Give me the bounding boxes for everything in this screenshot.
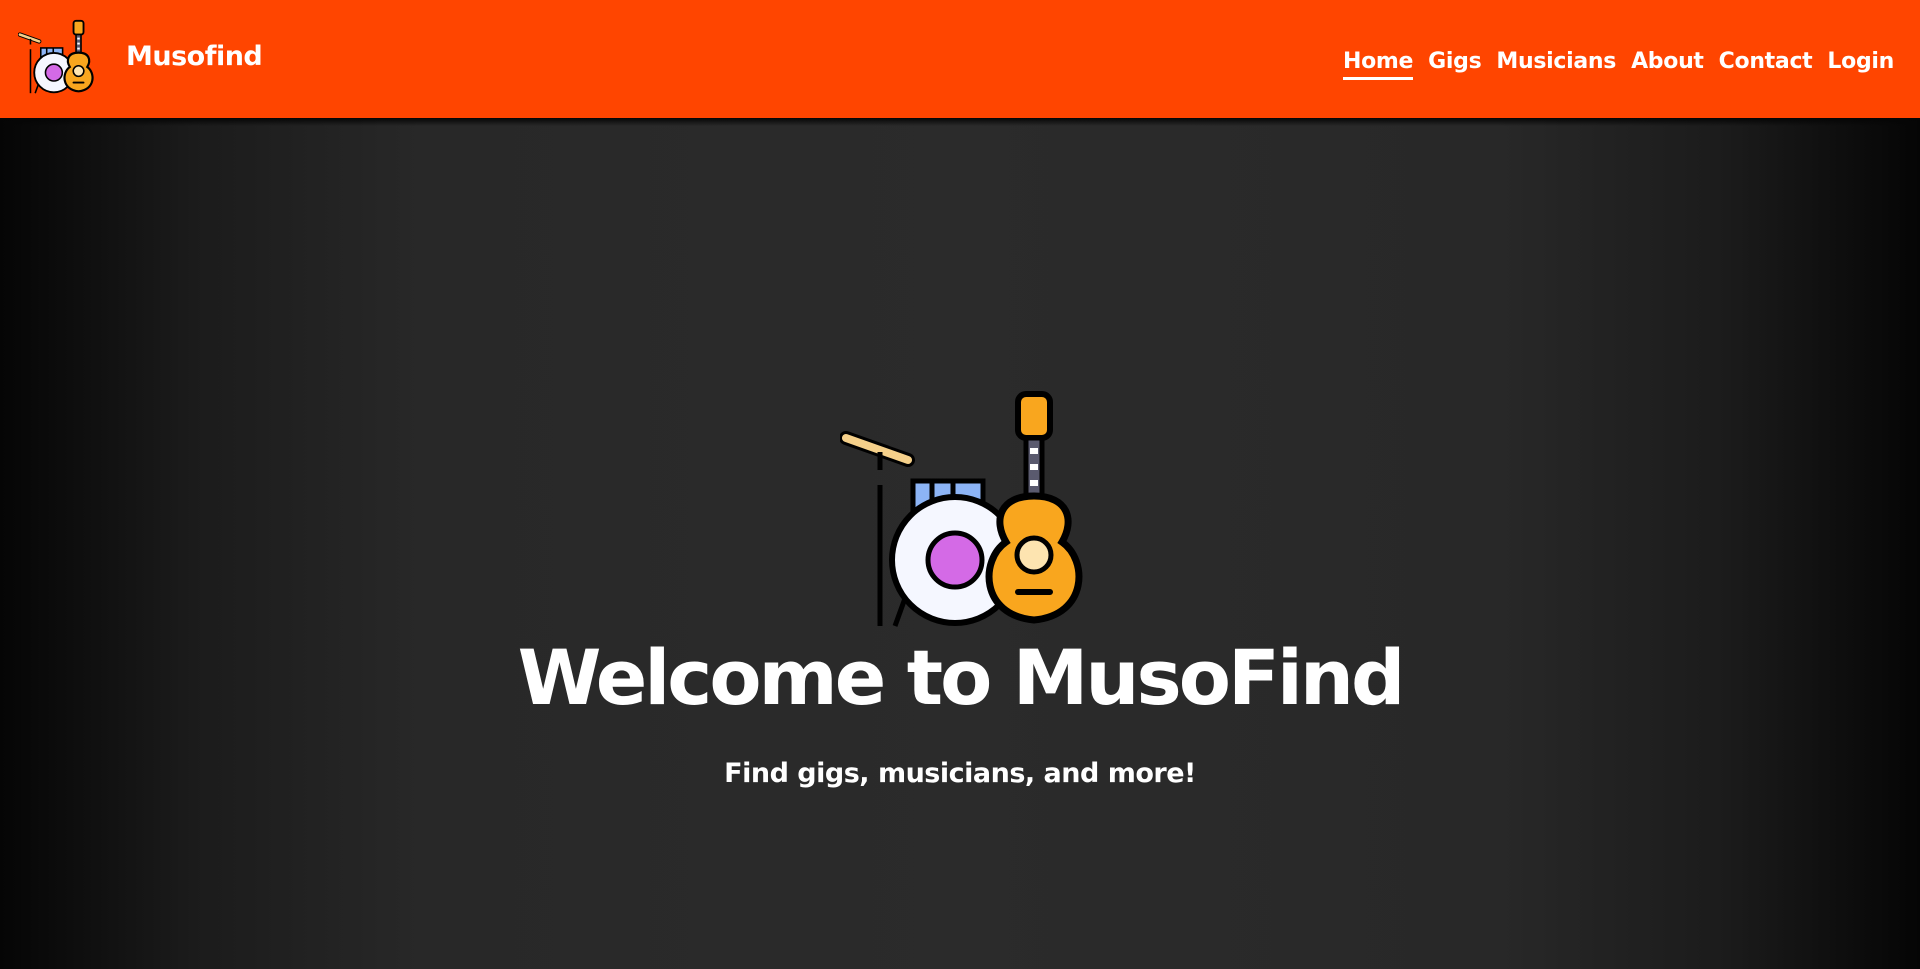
nav-link-login[interactable]: Login <box>1827 49 1894 80</box>
hero-title: Welcome to MusoFind <box>517 633 1406 722</box>
nav-link-home[interactable]: Home <box>1342 49 1413 80</box>
drums-and-guitar-icon <box>840 391 1083 627</box>
nav-link-contact[interactable]: Contact <box>1719 49 1813 80</box>
drums-and-guitar-icon <box>18 19 94 94</box>
nav-links: Home Gigs Musicians About Contact Login <box>1342 49 1894 80</box>
nav-link-gigs[interactable]: Gigs <box>1428 49 1482 80</box>
navbar: Musofind Home Gigs Musicians About Conta… <box>0 0 1920 118</box>
brand-name: Musofind <box>126 40 263 72</box>
navbar-shadow <box>0 118 1920 126</box>
nav-link-about[interactable]: About <box>1631 49 1704 80</box>
hero-subtitle: Find gigs, musicians, and more! <box>724 758 1196 789</box>
nav-link-musicians[interactable]: Musicians <box>1496 49 1616 80</box>
brand-link[interactable]: Musofind <box>18 0 263 118</box>
